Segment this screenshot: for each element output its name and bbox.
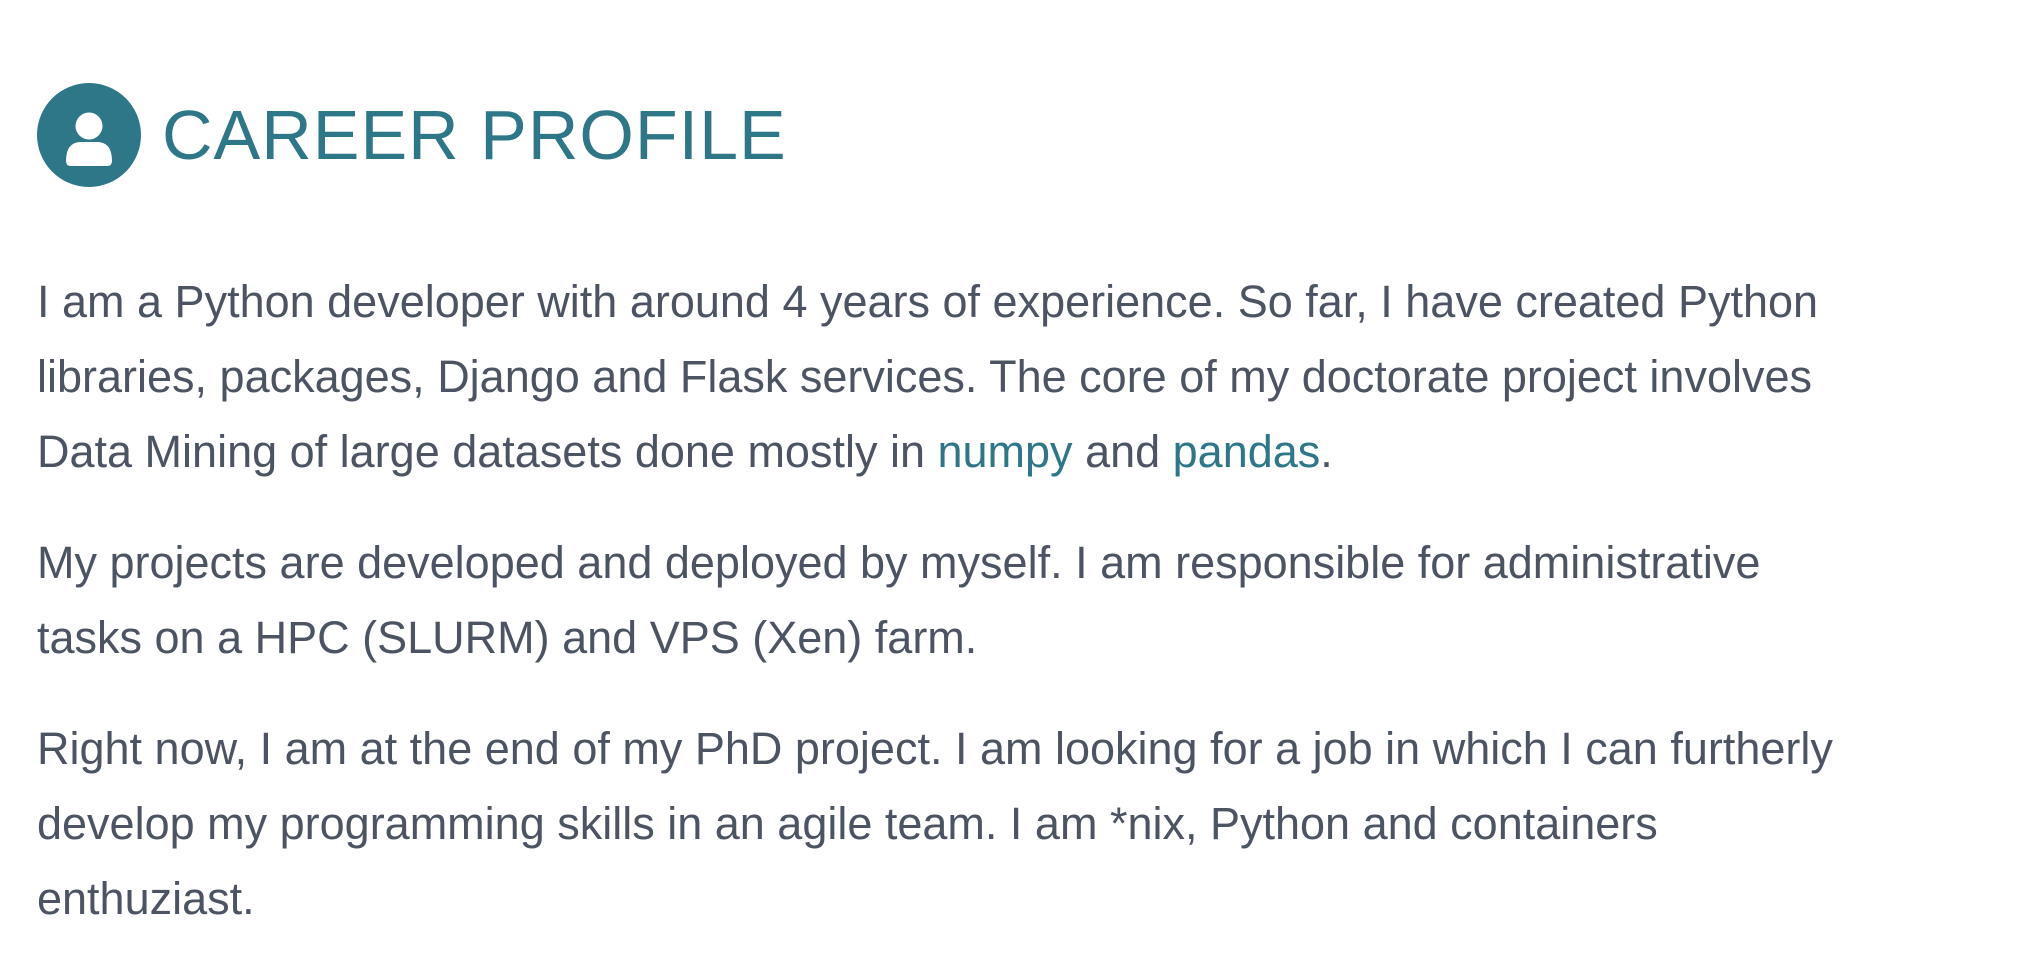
summary-line: develop my programming skills in an agil… [37,798,1658,849]
summary-paragraph: My projects are developed and deployed b… [37,525,2018,675]
user-icon [37,83,141,187]
career-summary: I am a Python developer with around 4 ye… [37,264,2018,972]
summary-line: Data Mining of large datasets done mostl… [37,426,938,477]
summary-text: and [1072,426,1173,477]
summary-line: Right now, I am at the end of my PhD pro… [37,723,1833,774]
summary-paragraph: I am a Python developer with around 4 ye… [37,264,2018,489]
summary-line: I am a Python developer with around 4 ye… [37,276,1819,327]
summary-text: . [1320,426,1333,477]
summary-line: enthuziast. [37,873,255,924]
section-title: CAREER PROFILE [162,96,787,174]
summary-line: My projects are developed and deployed b… [37,537,1761,588]
summary-line: libraries, packages, Django and Flask se… [37,351,1812,402]
pandas-link[interactable]: pandas [1173,426,1321,477]
section-header: CAREER PROFILE [37,83,787,187]
numpy-link[interactable]: numpy [937,426,1072,477]
summary-paragraph: Right now, I am at the end of my PhD pro… [37,711,2018,936]
summary-line: tasks on a HPC (SLURM) and VPS (Xen) far… [37,612,978,663]
